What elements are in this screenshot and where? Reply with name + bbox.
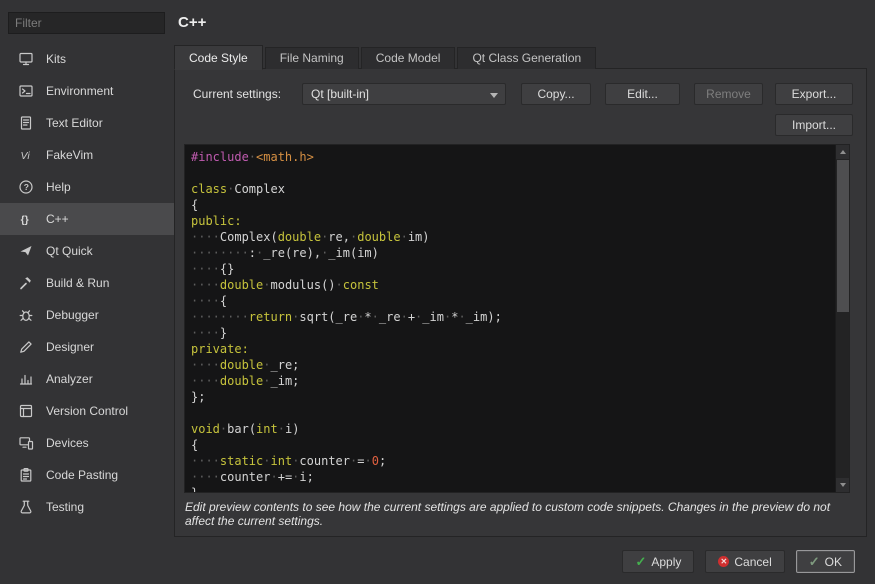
svg-text:Vi: Vi	[21, 150, 31, 162]
import-button[interactable]: Import...	[775, 114, 853, 136]
sidebar-item-label: Help	[46, 180, 71, 194]
scroll-up-button[interactable]	[836, 145, 850, 159]
sidebar-item-label: Code Pasting	[46, 468, 118, 482]
sidebar-item-code-pasting[interactable]: Code Pasting	[0, 459, 174, 491]
svg-text:{}: {}	[21, 214, 29, 226]
sidebar-item-label: Text Editor	[46, 116, 103, 130]
testing-icon	[17, 498, 35, 516]
sidebar-item-cpp[interactable]: {} C++	[0, 203, 174, 235]
dialog-buttons: ✓ Apply ✕ Cancel ✓ OK	[622, 550, 855, 573]
settings-combobox-value: Qt [built-in]	[311, 87, 369, 101]
ok-button-label: OK	[825, 555, 842, 569]
sidebar-item-environment[interactable]: Environment	[0, 75, 174, 107]
analyzer-icon	[17, 370, 35, 388]
sidebar-item-label: Kits	[46, 52, 66, 66]
arrow-down-icon	[840, 483, 846, 487]
check-icon: ✓	[635, 554, 646, 570]
filter-input[interactable]	[8, 12, 165, 34]
cancel-button[interactable]: ✕ Cancel	[705, 550, 784, 573]
version-control-icon	[17, 402, 35, 420]
sidebar-item-label: Analyzer	[46, 372, 93, 386]
cancel-icon: ✕	[718, 556, 729, 567]
options-dialog: Kits Environment Text Editor Vi FakeVim …	[0, 0, 875, 584]
devices-icon	[17, 434, 35, 452]
sidebar-item-label: Qt Quick	[46, 244, 93, 258]
qt-quick-icon	[17, 242, 35, 260]
help-icon: ?	[17, 178, 35, 196]
tab-code-style[interactable]: Code Style	[174, 45, 263, 70]
arrow-up-icon	[840, 150, 846, 154]
code-pasting-icon	[17, 466, 35, 484]
sidebar-item-label: Testing	[46, 500, 84, 514]
preview-note: Edit preview contents to see how the cur…	[185, 500, 853, 529]
edit-button[interactable]: Edit...	[605, 83, 680, 105]
chevron-down-icon	[490, 93, 498, 98]
tab-qt-class-generation[interactable]: Qt Class Generation	[457, 47, 596, 69]
sidebar-item-label: C++	[46, 212, 69, 226]
kits-icon	[17, 50, 35, 68]
designer-icon	[17, 338, 35, 356]
sidebar-item-label: FakeVim	[46, 148, 93, 162]
sidebar-item-label: Devices	[46, 436, 89, 450]
sidebar-item-label: Designer	[46, 340, 94, 354]
export-button[interactable]: Export...	[775, 83, 853, 105]
remove-button: Remove	[694, 83, 763, 105]
sidebar-item-text-editor[interactable]: Text Editor	[0, 107, 174, 139]
sidebar-item-label: Version Control	[46, 404, 128, 418]
tab-bar: Code Style File Naming Code Model Qt Cla…	[174, 44, 598, 69]
ok-check-icon: ✓	[809, 554, 820, 570]
cpp-icon: {}	[17, 210, 35, 228]
sidebar-item-analyzer[interactable]: Analyzer	[0, 363, 174, 395]
code-style-pane: Current settings: Qt [built-in] Copy... …	[174, 68, 867, 537]
sidebar-item-label: Build & Run	[46, 276, 109, 290]
sidebar-item-qt-quick[interactable]: Qt Quick	[0, 235, 174, 267]
sidebar-item-fakevim[interactable]: Vi FakeVim	[0, 139, 174, 171]
scroll-thumb[interactable]	[837, 160, 849, 312]
sidebar-item-kits[interactable]: Kits	[0, 43, 174, 75]
sidebar-item-version-control[interactable]: Version Control	[0, 395, 174, 427]
code-lines: #include·<math.h> class·Complex{public:·…	[191, 149, 833, 493]
settings-combobox[interactable]: Qt [built-in]	[302, 83, 506, 105]
sidebar-item-testing[interactable]: Testing	[0, 491, 174, 523]
apply-button-label: Apply	[651, 555, 681, 569]
sidebar-item-label: Debugger	[46, 308, 99, 322]
scrollbar[interactable]	[835, 145, 849, 492]
sidebar-item-devices[interactable]: Devices	[0, 427, 174, 459]
sidebar-item-help[interactable]: ? Help	[0, 171, 174, 203]
copy-button[interactable]: Copy...	[521, 83, 591, 105]
sidebar-item-designer[interactable]: Designer	[0, 331, 174, 363]
code-preview[interactable]: #include·<math.h> class·Complex{public:·…	[184, 144, 850, 493]
cancel-button-label: Cancel	[734, 555, 771, 569]
fakevim-icon: Vi	[17, 146, 35, 164]
scroll-down-button[interactable]	[836, 478, 850, 492]
apply-button[interactable]: ✓ Apply	[622, 550, 694, 573]
sidebar-item-label: Environment	[46, 84, 113, 98]
tab-code-model[interactable]: Code Model	[361, 47, 456, 69]
text-editor-icon	[17, 114, 35, 132]
sidebar-item-debugger[interactable]: Debugger	[0, 299, 174, 331]
current-settings-label: Current settings:	[193, 87, 281, 101]
debugger-icon	[17, 306, 35, 324]
ok-button[interactable]: ✓ OK	[796, 550, 855, 573]
sidebar-item-build-run[interactable]: Build & Run	[0, 267, 174, 299]
build-run-icon	[17, 274, 35, 292]
tab-file-naming[interactable]: File Naming	[265, 47, 359, 69]
svg-text:?: ?	[24, 182, 29, 192]
environment-icon	[17, 82, 35, 100]
settings-category-list: Kits Environment Text Editor Vi FakeVim …	[0, 43, 174, 523]
page-title: C++	[178, 14, 206, 31]
